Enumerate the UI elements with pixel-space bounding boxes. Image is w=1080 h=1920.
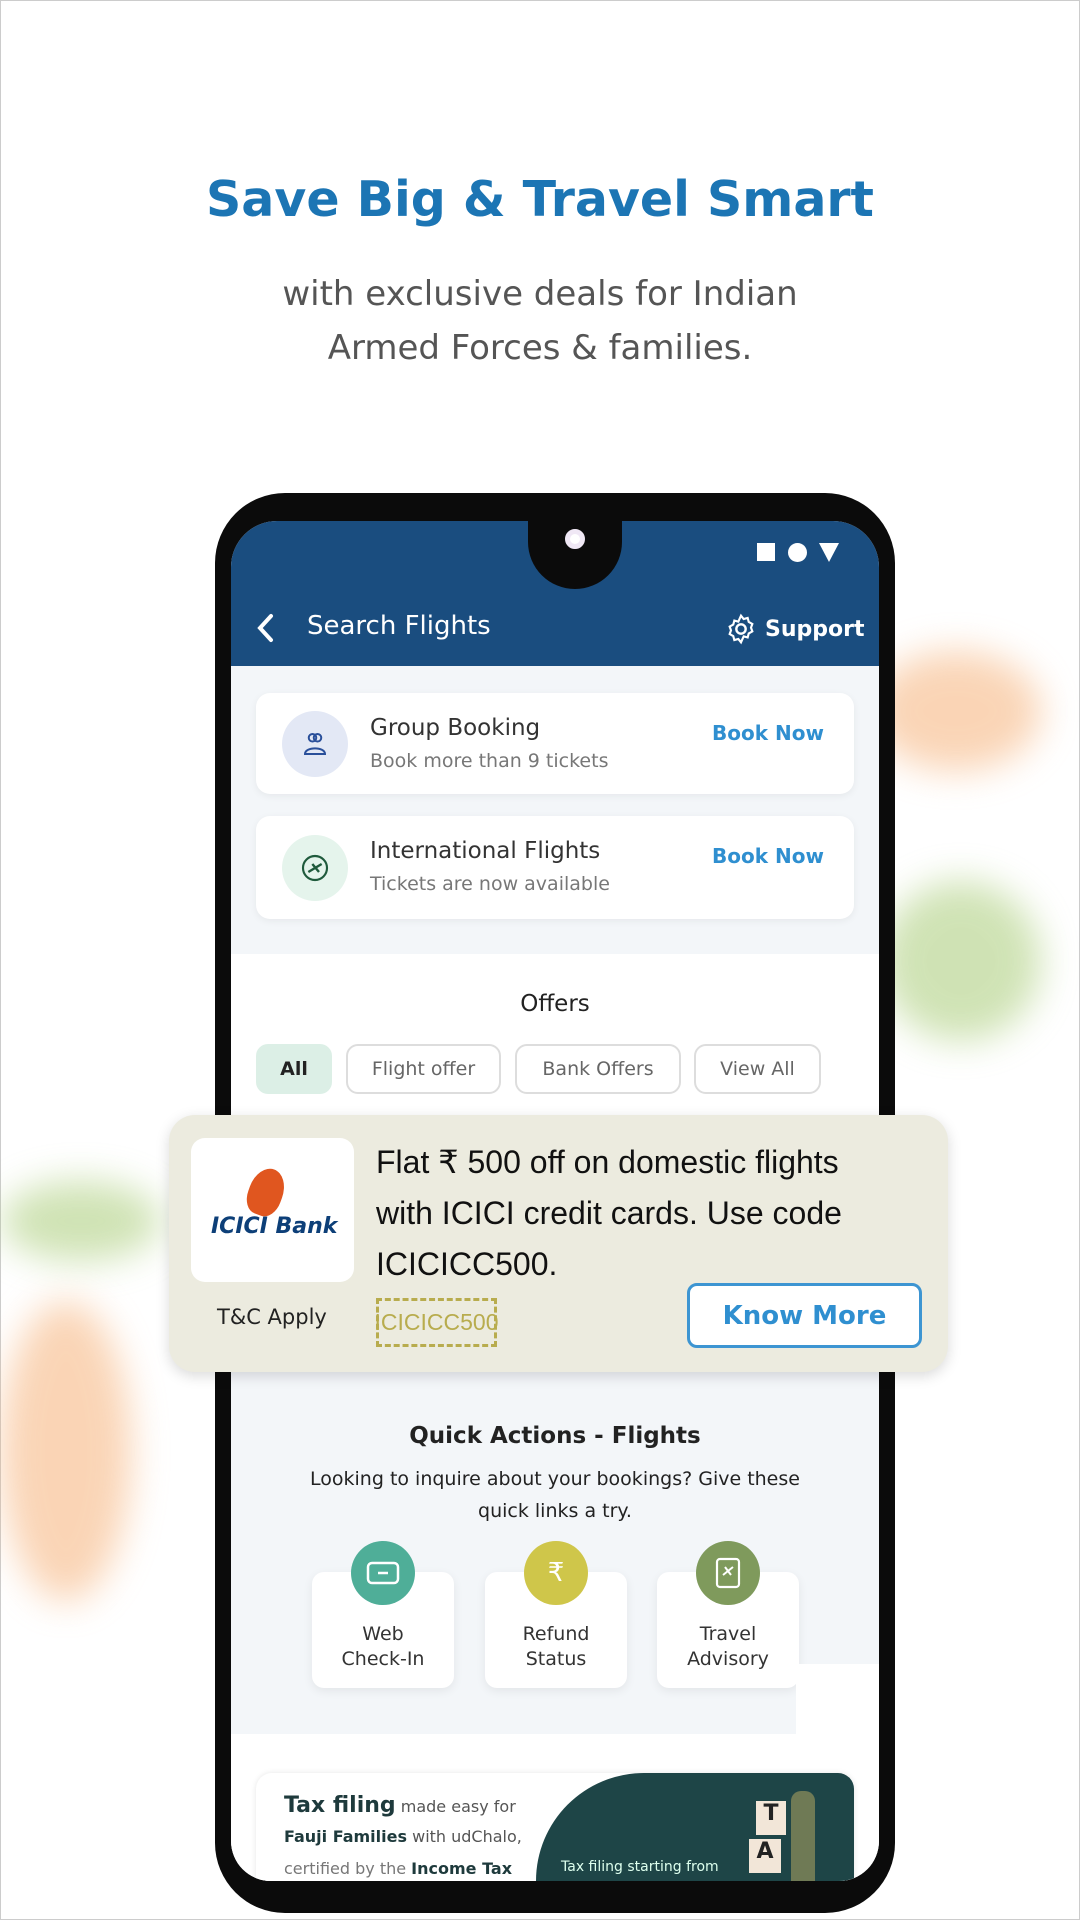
action-label: Advisory: [687, 1648, 769, 1670]
subtitle-line: Looking to inquire about your bookings? …: [310, 1468, 800, 1490]
banner-right-text: Tax filing starting from: [561, 1859, 719, 1875]
chip-bank-offers[interactable]: Bank Offers: [515, 1044, 681, 1094]
action-label: Check-In: [341, 1648, 425, 1670]
banner-text: certified by the: [284, 1859, 412, 1878]
gear-icon: [728, 613, 754, 645]
decorative-wave: [871, 651, 1041, 771]
decorative-wave: [1, 1301, 131, 1601]
soldier-illustration: [791, 1791, 815, 1881]
logo-text: ICICI Bank: [211, 1214, 338, 1239]
rupee-icon: ₹: [524, 1541, 588, 1605]
hero-title: Save Big & Travel Smart: [206, 171, 874, 228]
white-patch: [796, 1664, 879, 1734]
offer-line: with ICICI credit cards. Use code: [376, 1195, 842, 1231]
banner-text: made easy for: [395, 1797, 516, 1816]
camera-notch: [528, 521, 622, 589]
quick-actions-subtitle: Looking to inquire about your bookings? …: [231, 1463, 879, 1527]
square-status-icon: [757, 543, 775, 561]
action-label: Web: [362, 1623, 404, 1645]
subtitle-line: with exclusive deals for Indian: [282, 274, 798, 314]
tax-filing-banner[interactable]: Tax filing made easy for Fauji Families …: [256, 1773, 854, 1881]
offers-title: Offers: [520, 991, 590, 1017]
subtitle-line: quick links a try.: [478, 1500, 632, 1522]
decorative-wave: [881, 881, 1041, 1041]
support-label: Support: [765, 616, 865, 642]
letter-block: A: [749, 1839, 781, 1873]
card-title: Group Booking: [370, 715, 541, 741]
triangle-status-icon: [819, 543, 839, 562]
banner-line: certified by the Income Tax: [284, 1859, 512, 1878]
hero-subtitle: with exclusive deals for Indian Armed For…: [1, 267, 1079, 375]
international-flights-card[interactable]: International Flights Tickets are now av…: [256, 816, 854, 919]
decorative-wave: [1, 1181, 161, 1261]
group-icon: [282, 711, 348, 777]
logo-mark: [241, 1163, 291, 1221]
banner-bold: Income Tax: [411, 1859, 513, 1878]
support-button[interactable]: Support: [725, 613, 864, 645]
know-more-button[interactable]: Know More: [687, 1283, 922, 1348]
banner-line: Fauji Families with udChalo,: [284, 1827, 522, 1846]
action-label: Status: [525, 1648, 587, 1670]
card-subtitle: Book more than 9 tickets: [370, 750, 609, 772]
globe-plane-icon: [282, 835, 348, 901]
banner-text: with udChalo,: [407, 1827, 522, 1846]
app-header: Search Flights Support: [231, 521, 879, 666]
letter-block: T: [756, 1801, 786, 1835]
group-booking-card[interactable]: Group Booking Book more than 9 tickets B…: [256, 693, 854, 794]
passport-plane-icon: [696, 1541, 760, 1605]
banner-bold: Fauji Families: [284, 1827, 408, 1846]
camera-icon: [565, 529, 585, 549]
banner-bold: Tax filing: [284, 1793, 396, 1818]
offer-description: Flat ₹ 500 off on domestic flights with I…: [376, 1137, 936, 1290]
subtitle-line: Armed Forces & families.: [327, 328, 753, 368]
action-label: Travel: [699, 1623, 757, 1645]
offer-line: Flat ₹ 500 off on domestic flights: [376, 1144, 839, 1180]
header-title: Search Flights: [307, 611, 491, 641]
action-label: Refund: [522, 1623, 590, 1645]
chevron-left-icon[interactable]: [256, 613, 276, 643]
book-now-button[interactable]: Book Now: [712, 721, 824, 745]
chip-all[interactable]: All: [256, 1044, 332, 1094]
terms-label: T&C Apply: [217, 1305, 327, 1329]
offer-card[interactable]: ICICI Bank T&C Apply Flat ₹ 500 off on d…: [169, 1115, 948, 1372]
circle-status-icon: [788, 543, 807, 562]
coupon-code[interactable]: ICICICC500: [375, 1298, 499, 1347]
book-now-button[interactable]: Book Now: [712, 844, 824, 868]
icici-logo: ICICI Bank: [191, 1138, 354, 1282]
card-title: International Flights: [370, 838, 601, 864]
ticket-icon: [351, 1541, 415, 1605]
chip-flight-offer[interactable]: Flight offer: [346, 1044, 501, 1094]
card-subtitle: Tickets are now available: [370, 873, 610, 895]
chip-view-all[interactable]: View All: [694, 1044, 821, 1094]
quick-actions-title: Quick Actions - Flights: [409, 1423, 701, 1449]
banner-line: Tax filing made easy for: [284, 1793, 516, 1818]
